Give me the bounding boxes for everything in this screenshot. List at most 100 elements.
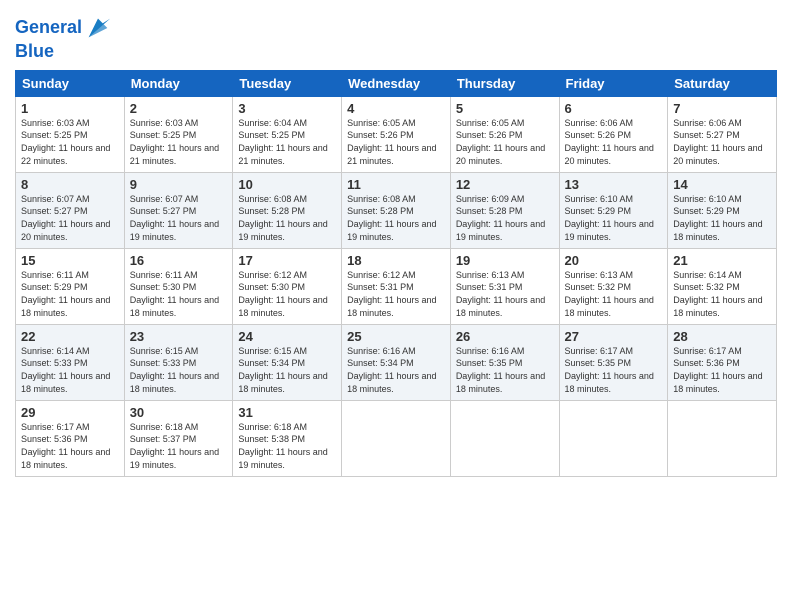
day-cell: 20 Sunrise: 6:13 AMSunset: 5:32 PMDaylig… [559, 248, 668, 324]
day-info: Sunrise: 6:03 AMSunset: 5:25 PMDaylight:… [130, 118, 219, 166]
day-info: Sunrise: 6:15 AMSunset: 5:33 PMDaylight:… [130, 346, 219, 394]
day-header-saturday: Saturday [668, 70, 777, 96]
day-number: 1 [21, 101, 119, 116]
day-header-monday: Monday [124, 70, 233, 96]
day-info: Sunrise: 6:17 AMSunset: 5:35 PMDaylight:… [565, 346, 654, 394]
day-info: Sunrise: 6:10 AMSunset: 5:29 PMDaylight:… [565, 194, 654, 242]
day-number: 6 [565, 101, 663, 116]
day-info: Sunrise: 6:14 AMSunset: 5:33 PMDaylight:… [21, 346, 110, 394]
day-number: 8 [21, 177, 119, 192]
day-cell: 22 Sunrise: 6:14 AMSunset: 5:33 PMDaylig… [16, 324, 125, 400]
day-cell: 14 Sunrise: 6:10 AMSunset: 5:29 PMDaylig… [668, 172, 777, 248]
day-info: Sunrise: 6:08 AMSunset: 5:28 PMDaylight:… [238, 194, 327, 242]
day-info: Sunrise: 6:08 AMSunset: 5:28 PMDaylight:… [347, 194, 436, 242]
day-header-friday: Friday [559, 70, 668, 96]
day-cell: 21 Sunrise: 6:14 AMSunset: 5:32 PMDaylig… [668, 248, 777, 324]
week-row-5: 29 Sunrise: 6:17 AMSunset: 5:36 PMDaylig… [16, 400, 777, 476]
logo: General Blue [15, 14, 112, 62]
logo-text-line1: General [15, 18, 82, 38]
day-info: Sunrise: 6:05 AMSunset: 5:26 PMDaylight:… [456, 118, 545, 166]
day-cell: 24 Sunrise: 6:15 AMSunset: 5:34 PMDaylig… [233, 324, 342, 400]
day-number: 21 [673, 253, 771, 268]
day-info: Sunrise: 6:06 AMSunset: 5:26 PMDaylight:… [565, 118, 654, 166]
day-cell: 12 Sunrise: 6:09 AMSunset: 5:28 PMDaylig… [450, 172, 559, 248]
day-info: Sunrise: 6:11 AMSunset: 5:30 PMDaylight:… [130, 270, 219, 318]
day-info: Sunrise: 6:13 AMSunset: 5:31 PMDaylight:… [456, 270, 545, 318]
day-number: 27 [565, 329, 663, 344]
day-cell: 13 Sunrise: 6:10 AMSunset: 5:29 PMDaylig… [559, 172, 668, 248]
day-info: Sunrise: 6:04 AMSunset: 5:25 PMDaylight:… [238, 118, 327, 166]
day-number: 4 [347, 101, 445, 116]
day-info: Sunrise: 6:14 AMSunset: 5:32 PMDaylight:… [673, 270, 762, 318]
day-cell: 1 Sunrise: 6:03 AMSunset: 5:25 PMDayligh… [16, 96, 125, 172]
logo-text-line2: Blue [15, 42, 112, 62]
day-info: Sunrise: 6:12 AMSunset: 5:31 PMDaylight:… [347, 270, 436, 318]
day-cell: 5 Sunrise: 6:05 AMSunset: 5:26 PMDayligh… [450, 96, 559, 172]
day-info: Sunrise: 6:10 AMSunset: 5:29 PMDaylight:… [673, 194, 762, 242]
day-info: Sunrise: 6:07 AMSunset: 5:27 PMDaylight:… [130, 194, 219, 242]
day-number: 19 [456, 253, 554, 268]
day-cell: 27 Sunrise: 6:17 AMSunset: 5:35 PMDaylig… [559, 324, 668, 400]
day-cell: 19 Sunrise: 6:13 AMSunset: 5:31 PMDaylig… [450, 248, 559, 324]
day-number: 22 [21, 329, 119, 344]
day-number: 7 [673, 101, 771, 116]
day-info: Sunrise: 6:18 AMSunset: 5:38 PMDaylight:… [238, 422, 327, 470]
day-number: 2 [130, 101, 228, 116]
day-cell: 11 Sunrise: 6:08 AMSunset: 5:28 PMDaylig… [342, 172, 451, 248]
day-header-tuesday: Tuesday [233, 70, 342, 96]
day-info: Sunrise: 6:13 AMSunset: 5:32 PMDaylight:… [565, 270, 654, 318]
day-cell: 9 Sunrise: 6:07 AMSunset: 5:27 PMDayligh… [124, 172, 233, 248]
day-number: 17 [238, 253, 336, 268]
day-cell: 7 Sunrise: 6:06 AMSunset: 5:27 PMDayligh… [668, 96, 777, 172]
week-row-4: 22 Sunrise: 6:14 AMSunset: 5:33 PMDaylig… [16, 324, 777, 400]
day-cell: 30 Sunrise: 6:18 AMSunset: 5:37 PMDaylig… [124, 400, 233, 476]
day-cell: 28 Sunrise: 6:17 AMSunset: 5:36 PMDaylig… [668, 324, 777, 400]
day-info: Sunrise: 6:06 AMSunset: 5:27 PMDaylight:… [673, 118, 762, 166]
day-info: Sunrise: 6:07 AMSunset: 5:27 PMDaylight:… [21, 194, 110, 242]
day-number: 13 [565, 177, 663, 192]
day-number: 31 [238, 405, 336, 420]
day-cell: 31 Sunrise: 6:18 AMSunset: 5:38 PMDaylig… [233, 400, 342, 476]
day-cell [342, 400, 451, 476]
page: General Blue SundayMondayTuesdayWednesda… [0, 0, 792, 612]
day-cell: 3 Sunrise: 6:04 AMSunset: 5:25 PMDayligh… [233, 96, 342, 172]
day-cell: 25 Sunrise: 6:16 AMSunset: 5:34 PMDaylig… [342, 324, 451, 400]
day-info: Sunrise: 6:05 AMSunset: 5:26 PMDaylight:… [347, 118, 436, 166]
day-info: Sunrise: 6:03 AMSunset: 5:25 PMDaylight:… [21, 118, 110, 166]
day-number: 23 [130, 329, 228, 344]
day-cell: 2 Sunrise: 6:03 AMSunset: 5:25 PMDayligh… [124, 96, 233, 172]
day-number: 15 [21, 253, 119, 268]
day-number: 12 [456, 177, 554, 192]
day-number: 25 [347, 329, 445, 344]
day-info: Sunrise: 6:16 AMSunset: 5:34 PMDaylight:… [347, 346, 436, 394]
day-cell: 4 Sunrise: 6:05 AMSunset: 5:26 PMDayligh… [342, 96, 451, 172]
day-cell: 8 Sunrise: 6:07 AMSunset: 5:27 PMDayligh… [16, 172, 125, 248]
day-number: 9 [130, 177, 228, 192]
day-info: Sunrise: 6:16 AMSunset: 5:35 PMDaylight:… [456, 346, 545, 394]
calendar-table: SundayMondayTuesdayWednesdayThursdayFrid… [15, 70, 777, 477]
day-cell: 6 Sunrise: 6:06 AMSunset: 5:26 PMDayligh… [559, 96, 668, 172]
day-number: 10 [238, 177, 336, 192]
day-number: 20 [565, 253, 663, 268]
day-header-thursday: Thursday [450, 70, 559, 96]
day-cell: 10 Sunrise: 6:08 AMSunset: 5:28 PMDaylig… [233, 172, 342, 248]
week-row-1: 1 Sunrise: 6:03 AMSunset: 5:25 PMDayligh… [16, 96, 777, 172]
day-header-sunday: Sunday [16, 70, 125, 96]
logo-icon [84, 14, 112, 42]
day-cell: 29 Sunrise: 6:17 AMSunset: 5:36 PMDaylig… [16, 400, 125, 476]
day-number: 18 [347, 253, 445, 268]
day-header-wednesday: Wednesday [342, 70, 451, 96]
day-cell [668, 400, 777, 476]
day-cell: 26 Sunrise: 6:16 AMSunset: 5:35 PMDaylig… [450, 324, 559, 400]
day-number: 26 [456, 329, 554, 344]
day-info: Sunrise: 6:17 AMSunset: 5:36 PMDaylight:… [21, 422, 110, 470]
day-cell: 17 Sunrise: 6:12 AMSunset: 5:30 PMDaylig… [233, 248, 342, 324]
day-number: 11 [347, 177, 445, 192]
day-info: Sunrise: 6:17 AMSunset: 5:36 PMDaylight:… [673, 346, 762, 394]
day-number: 28 [673, 329, 771, 344]
header-row: SundayMondayTuesdayWednesdayThursdayFrid… [16, 70, 777, 96]
day-info: Sunrise: 6:09 AMSunset: 5:28 PMDaylight:… [456, 194, 545, 242]
day-number: 14 [673, 177, 771, 192]
day-number: 5 [456, 101, 554, 116]
day-cell [559, 400, 668, 476]
